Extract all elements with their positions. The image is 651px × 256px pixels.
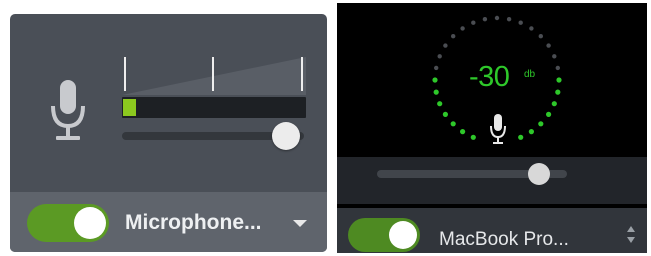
- gauge-dot-lit: [437, 101, 443, 107]
- gauge-dot: [451, 34, 456, 39]
- gauge-dot-lit: [546, 111, 552, 117]
- gauge-dot: [529, 26, 534, 31]
- microphone-toggle[interactable]: [27, 204, 109, 242]
- gauge-dot: [552, 54, 557, 59]
- microphone-icon: [51, 80, 85, 140]
- volume-slider-area: [337, 157, 647, 204]
- microphone-panel-dark: -30 db MacBook Pro...: [337, 3, 647, 253]
- microphone-toggle[interactable]: [348, 218, 420, 252]
- volume-slider-thumb[interactable]: [271, 122, 300, 150]
- gauge-dot-lit: [460, 129, 466, 135]
- gauge-dot-lit: [450, 121, 456, 127]
- chevron-up-icon: [627, 226, 635, 232]
- microphone-panel-light: Microphone...: [10, 14, 327, 252]
- volume-slider[interactable]: [122, 122, 304, 150]
- gauge-dot-lit: [551, 101, 557, 107]
- gauge-dot: [437, 54, 442, 59]
- gauge-dot: [555, 65, 560, 71]
- up-down-stepper-icon[interactable]: [626, 224, 638, 248]
- gauge-dot-lit: [556, 77, 562, 83]
- level-meter-scale: [122, 57, 306, 95]
- gauge-dot: [460, 26, 465, 31]
- toggle-knob: [74, 207, 106, 239]
- device-select-label[interactable]: MacBook Pro...: [439, 229, 569, 251]
- microphone-icon: [490, 114, 506, 144]
- gauge-dot: [443, 43, 448, 48]
- gauge-dot: [482, 17, 488, 22]
- gauge-dot-lit: [518, 134, 524, 140]
- input-level-fill: [123, 99, 136, 116]
- gauge-dot-lit: [538, 121, 544, 127]
- gauge-unit: db: [524, 69, 536, 80]
- gauge-dot: [494, 15, 500, 21]
- toggle-knob: [389, 221, 417, 249]
- device-select-label[interactable]: Microphone...: [125, 211, 262, 235]
- gauge-dot-lit: [442, 111, 448, 117]
- gauge-dot: [538, 34, 543, 39]
- volume-slider-thumb[interactable]: [527, 163, 550, 185]
- gauge-dot: [434, 65, 439, 71]
- gauge-dot-lit: [528, 129, 534, 135]
- gauge-dot-lit: [432, 77, 438, 83]
- gauge-dot: [546, 43, 551, 48]
- gauge-dot: [518, 20, 523, 25]
- gauge-dot-lit: [555, 89, 561, 95]
- volume-slider[interactable]: [377, 163, 567, 185]
- caret-down-icon[interactable]: [293, 220, 307, 227]
- gauge-dot: [471, 20, 476, 25]
- gauge-dot-lit: [433, 89, 439, 95]
- gauge-value: -30: [469, 61, 510, 93]
- input-level-meter: [122, 97, 306, 118]
- chevron-down-icon: [627, 237, 635, 243]
- gauge-dot-lit: [470, 134, 476, 140]
- gauge-dot: [506, 17, 512, 22]
